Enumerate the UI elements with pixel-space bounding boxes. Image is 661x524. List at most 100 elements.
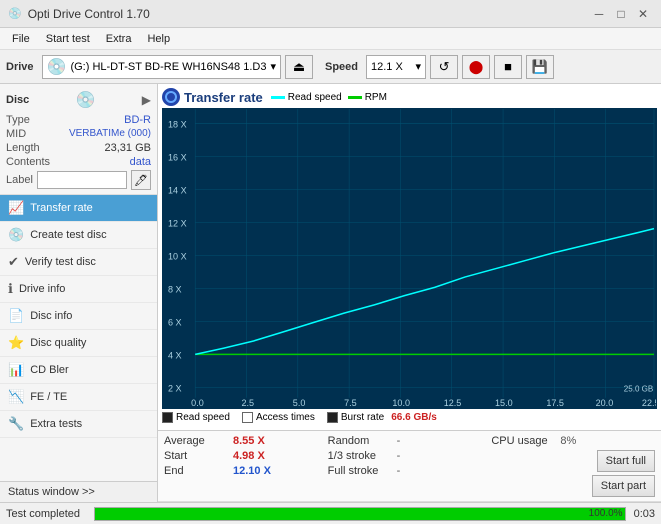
svg-text:2 X: 2 X (168, 383, 182, 393)
svg-text:12.5: 12.5 (444, 398, 462, 408)
menu-file[interactable]: File (4, 31, 38, 47)
chart-area: 18 X 16 X 14 X 12 X 10 X 8 X 6 X 4 X 2 X (162, 108, 657, 409)
nav-label-drive-info: Drive info (19, 283, 65, 295)
drive-dropdown-icon: ▾ (270, 60, 276, 73)
stats-area: Average 8.55 X Start 4.98 X End 12.10 X … (158, 431, 661, 502)
svg-text:18 X: 18 X (168, 119, 187, 129)
disc-contents-key: Contents (6, 156, 50, 168)
drive-value: (G:) HL-DT-ST BD-RE WH16NS48 1.D3 (70, 61, 266, 73)
refresh-button[interactable]: ↺ (430, 55, 458, 79)
cpu-val: 8% (560, 435, 576, 447)
menu-start-test[interactable]: Start test (38, 31, 98, 47)
average-val: 8.55 X (233, 435, 273, 447)
create-test-disc-icon: 💿 (8, 227, 24, 243)
disc-type-val: BD-R (124, 114, 151, 126)
maximize-button[interactable]: □ (611, 4, 631, 24)
chart-title: Transfer rate (184, 90, 263, 105)
progress-bar: 100.0% (94, 507, 626, 521)
extra-tests-icon: 🔧 (8, 416, 24, 432)
nav-item-create-test-disc[interactable]: 💿 Create test disc (0, 222, 157, 249)
nav-item-extra-tests[interactable]: 🔧 Extra tests (0, 411, 157, 438)
svg-text:0.0: 0.0 (191, 398, 204, 408)
save-button[interactable]: 💾 (526, 55, 554, 79)
nav-item-transfer-rate[interactable]: 📈 Transfer rate (0, 195, 157, 222)
menu-help[interactable]: Help (139, 31, 178, 47)
nav-item-disc-info[interactable]: 📄 Disc info (0, 303, 157, 330)
menu-extra[interactable]: Extra (98, 31, 140, 47)
svg-text:15.0: 15.0 (495, 398, 513, 408)
disc-label-input[interactable] (37, 171, 127, 189)
nav-label-transfer-rate: Transfer rate (30, 202, 93, 214)
speed-label: Speed (325, 61, 358, 73)
drive-icon: 💿 (47, 57, 67, 77)
speed-select[interactable]: 12.1 X ▾ (366, 55, 426, 79)
disc-section-title: Disc (6, 94, 29, 106)
svg-text:7.5: 7.5 (344, 398, 357, 408)
cd-bler-icon: 📊 (8, 362, 24, 378)
chart-header: Transfer rate Read speed RPM (162, 88, 657, 106)
burst-rate-value: 66.6 GB/s (391, 412, 437, 423)
stats-col-1: Average 8.55 X Start 4.98 X End 12.10 X (164, 435, 328, 497)
read-speed-legend-color (271, 96, 285, 99)
svg-text:10.0: 10.0 (392, 398, 410, 408)
close-button[interactable]: ✕ (633, 4, 653, 24)
drive-select[interactable]: 💿 (G:) HL-DT-ST BD-RE WH16NS48 1.D3 ▾ (42, 55, 281, 79)
record-button[interactable]: ⬤ (462, 55, 490, 79)
nav-item-cd-bler[interactable]: 📊 CD Bler (0, 357, 157, 384)
right-panel: Transfer rate Read speed RPM (158, 84, 661, 502)
nav-label-verify-test-disc: Verify test disc (25, 256, 96, 268)
nav-label-fe-te: FE / TE (30, 391, 67, 403)
main-layout: Disc 💿 ▶ Type BD-R MID VERBATIMe (000) L… (0, 84, 661, 502)
stop-button[interactable]: ■ (494, 55, 522, 79)
svg-text:17.5: 17.5 (546, 398, 564, 408)
svg-text:8 X: 8 X (168, 284, 182, 294)
nav-label-disc-info: Disc info (30, 310, 72, 322)
nav-item-drive-info[interactable]: ℹ Drive info (0, 276, 157, 303)
minimize-button[interactable]: ─ (589, 4, 609, 24)
nav-label-disc-quality: Disc quality (30, 337, 86, 349)
progress-bar-fill (95, 508, 625, 520)
disc-label-button[interactable]: 🖊 (131, 170, 151, 190)
chart-legend-row: Read speed Access times Burst rate 66.6 … (162, 409, 657, 426)
status-window-label: Status window >> (8, 486, 95, 498)
start-full-button[interactable]: Start full (597, 450, 655, 472)
svg-text:4 X: 4 X (168, 350, 182, 360)
chart-container: Transfer rate Read speed RPM (158, 84, 661, 431)
start-key: Start (164, 450, 229, 462)
rpm-legend-label: RPM (365, 92, 387, 103)
disc-mid-key: MID (6, 128, 26, 140)
chart-icon (162, 88, 180, 106)
access-times-checkbox[interactable] (242, 412, 253, 423)
stroke-1-3-key: 1/3 stroke (328, 450, 393, 462)
nav-item-fe-te[interactable]: 📉 FE / TE (0, 384, 157, 411)
disc-info-icon: 📄 (8, 308, 24, 324)
svg-text:14 X: 14 X (168, 185, 187, 195)
disc-label-key: Label (6, 174, 33, 186)
status-time: 0:03 (634, 508, 655, 520)
verify-test-disc-icon: ✔ (8, 254, 19, 270)
read-speed-checkbox[interactable] (162, 412, 173, 423)
status-window-button[interactable]: Status window >> (0, 481, 157, 502)
nav-item-disc-quality[interactable]: ⭐ Disc quality (0, 330, 157, 357)
access-times-label: Access times (256, 412, 315, 423)
random-key: Random (328, 435, 393, 447)
random-val: - (397, 435, 401, 447)
svg-text:20.0: 20.0 (596, 398, 614, 408)
transfer-rate-icon: 📈 (8, 200, 24, 216)
stats-col-2: Random - 1/3 stroke - Full stroke - (328, 435, 492, 497)
disc-section: Disc 💿 ▶ Type BD-R MID VERBATIMe (000) L… (0, 84, 157, 195)
app-title: Opti Drive Control 1.70 (28, 7, 587, 21)
disc-length-key: Length (6, 142, 40, 154)
nav-label-cd-bler: CD Bler (30, 364, 69, 376)
burst-rate-checkbox[interactable] (327, 412, 338, 423)
nav-item-verify-test-disc[interactable]: ✔ Verify test disc (0, 249, 157, 276)
nav-label-create-test-disc: Create test disc (30, 229, 106, 241)
svg-text:12 X: 12 X (168, 218, 187, 228)
full-stroke-key: Full stroke (328, 465, 393, 477)
svg-text:5.0: 5.0 (293, 398, 306, 408)
start-val: 4.98 X (233, 450, 273, 462)
eject-button[interactable]: ⏏ (285, 55, 313, 79)
start-part-button[interactable]: Start part (592, 475, 655, 497)
rpm-legend-color (348, 96, 362, 99)
status-text: Test completed (6, 508, 86, 520)
